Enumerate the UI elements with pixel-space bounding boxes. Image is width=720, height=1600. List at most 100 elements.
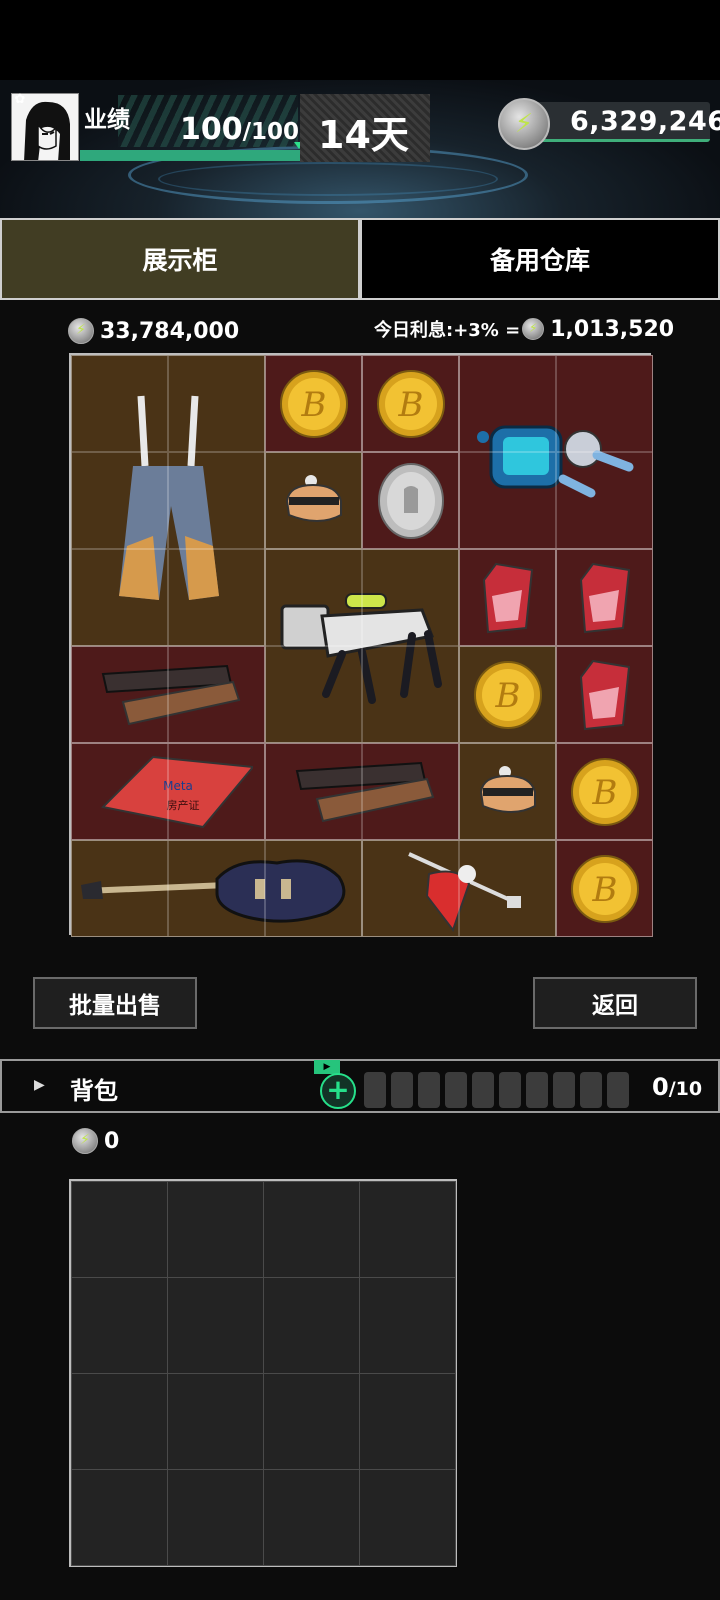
item-electric-guitar[interactable]	[71, 840, 362, 937]
expand-arrow-icon[interactable]: ▶	[34, 1077, 45, 1093]
backpack-grid-cell[interactable]	[167, 1373, 264, 1470]
backpack-slot	[526, 1072, 548, 1108]
bitcoin-icon: B	[570, 854, 639, 923]
item-robot-drone[interactable]	[459, 355, 653, 549]
wooden-box-icon	[101, 664, 241, 725]
backpack-slot	[499, 1072, 521, 1108]
backpack-grid-cell[interactable]	[71, 1277, 168, 1374]
item-red-crystal[interactable]	[556, 549, 653, 646]
backpack-grid-cell[interactable]	[263, 1373, 360, 1470]
platform-ring-inner	[158, 162, 498, 196]
lightning-coin-icon: ⚡	[498, 98, 550, 150]
bitcoin-icon: B	[473, 660, 542, 729]
backpack-grid-cell[interactable]	[71, 1469, 168, 1566]
item-helmet-figurine[interactable]	[265, 452, 362, 549]
svg-text:Meta: Meta	[163, 779, 193, 793]
backpack-grid-cell[interactable]	[167, 1277, 264, 1374]
item-helmet-figurine[interactable]	[459, 743, 556, 840]
backpack-slot	[364, 1072, 386, 1108]
item-bitcoin[interactable]: B	[265, 355, 362, 452]
svg-text:房产证: 房产证	[167, 798, 200, 812]
backpack-slot	[553, 1072, 575, 1108]
backpack-bar[interactable]: ▶ 背包 ▶ + 0/10	[0, 1059, 720, 1113]
bitcoin-icon: B	[376, 369, 445, 438]
backpack-slot	[445, 1072, 467, 1108]
backpack-capacity: /10	[668, 1078, 703, 1100]
wooden-box-icon	[295, 761, 435, 822]
tab-warehouse[interactable]: 备用仓库	[360, 218, 720, 300]
item-overalls[interactable]	[71, 355, 265, 646]
performance-bar-fill	[80, 150, 300, 161]
meta-certificate-icon: Meta 房产证	[100, 755, 253, 828]
item-bitcoin[interactable]: B	[556, 840, 653, 937]
silver-coin-icon	[377, 462, 444, 539]
red-crystal-icon	[482, 562, 533, 633]
backpack-slot	[418, 1072, 440, 1108]
svg-text:B: B	[591, 870, 617, 910]
coin-balance: 6,329,246	[570, 106, 720, 137]
backpack-slot	[472, 1072, 494, 1108]
helmet-figurine-icon	[479, 765, 536, 813]
status-bar	[0, 0, 720, 80]
red-crystal-icon	[579, 562, 630, 633]
backpack-value: ⚡ 0	[72, 1126, 119, 1156]
backpack-label: 背包	[70, 1077, 118, 1105]
item-bitcoin[interactable]: B	[459, 646, 556, 743]
tab-showcase[interactable]: 展示柜	[0, 218, 360, 300]
showcase-value-amount: 33,784,000	[100, 318, 240, 344]
electric-guitar-icon	[80, 858, 345, 923]
backpack-slot	[580, 1072, 602, 1108]
backpack-grid-cell[interactable]	[263, 1469, 360, 1566]
svg-text:B: B	[300, 385, 326, 425]
robot-drone-icon	[477, 425, 634, 498]
back-button[interactable]: 返回	[533, 977, 697, 1029]
performance-max: /100	[242, 119, 300, 145]
lightning-coin-icon: ⚡	[522, 318, 545, 340]
backpack-grid-cell[interactable]	[359, 1181, 456, 1278]
backpack-grid-cell[interactable]	[167, 1181, 264, 1278]
lightning-coin-icon: ⚡	[72, 1128, 98, 1154]
backpack-grid-cell[interactable]	[167, 1469, 264, 1566]
backpack-grid-cell[interactable]	[359, 1373, 456, 1470]
backpack-grid-cell[interactable]	[359, 1277, 456, 1374]
robot-dog-icon	[280, 593, 442, 704]
batch-sell-button[interactable]: 批量出售	[33, 977, 197, 1029]
item-wooden-box[interactable]	[265, 743, 459, 840]
item-red-crystal[interactable]	[459, 549, 556, 646]
backpack-slot	[391, 1072, 413, 1108]
lightning-coin-icon: ⚡	[68, 318, 94, 344]
daily-interest: 今日利息:+3% = ⚡ 1,013,520	[374, 314, 674, 344]
backpack-grid-cell[interactable]	[71, 1373, 168, 1470]
item-silver-coin[interactable]	[362, 452, 459, 549]
backpack-grid-cell[interactable]	[263, 1181, 360, 1278]
backpack-count: 0/10	[652, 1073, 702, 1101]
add-slot-button[interactable]: +	[320, 1073, 356, 1109]
item-bitcoin[interactable]: B	[362, 355, 459, 452]
red-crystal-icon	[579, 659, 630, 730]
video-ad-icon: ▶	[314, 1060, 340, 1074]
item-meta-certificate[interactable]: Meta 房产证	[71, 743, 265, 840]
backpack-grid-cell[interactable]	[359, 1469, 456, 1566]
interest-label: 今日利息:+3% =	[374, 320, 521, 341]
performance-bar	[80, 150, 300, 161]
item-wooden-box[interactable]	[71, 646, 265, 743]
backpack-grid	[69, 1179, 457, 1567]
svg-text:B: B	[591, 773, 617, 813]
item-red-crystal[interactable]	[556, 646, 653, 743]
backpack-value-amount: 0	[104, 1128, 120, 1154]
bitcoin-icon: B	[279, 369, 348, 438]
item-robot-dog[interactable]	[265, 549, 459, 743]
backpack-grid-cell[interactable]	[263, 1277, 360, 1374]
svg-text:B: B	[397, 385, 423, 425]
overalls-icon	[119, 395, 219, 600]
item-spinning-top[interactable]	[362, 840, 556, 937]
performance-label: 业绩	[84, 107, 130, 133]
tab-bar: 展示柜 备用仓库	[0, 218, 720, 300]
showcase-grid: B B B Meta 房产证 B B	[69, 353, 653, 937]
item-bitcoin[interactable]: B	[556, 743, 653, 840]
performance-current: 100	[180, 112, 243, 147]
svg-text:B: B	[494, 676, 520, 716]
backpack-grid-cell[interactable]	[71, 1181, 168, 1278]
gear-icon[interactable]: ✿	[12, 92, 28, 108]
backpack-count-current: 0	[652, 1073, 669, 1101]
